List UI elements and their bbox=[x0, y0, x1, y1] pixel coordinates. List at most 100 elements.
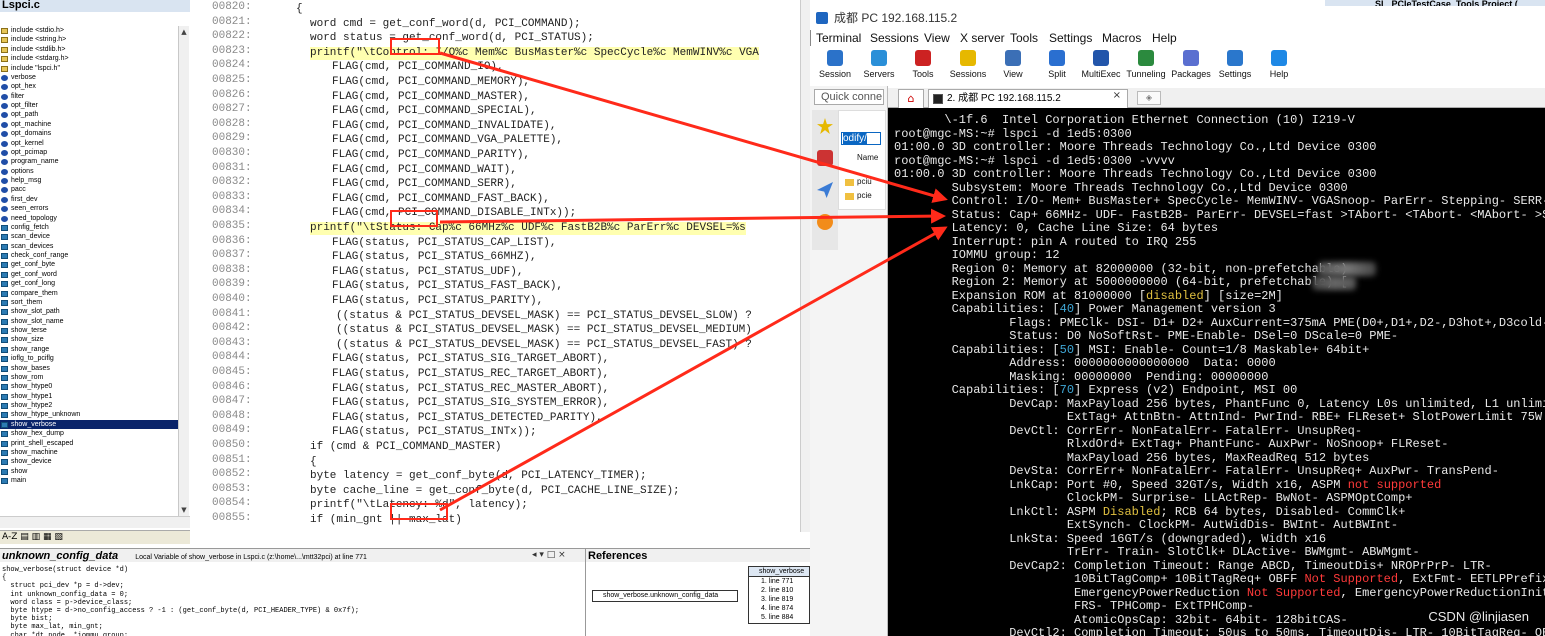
code-line[interactable]: FLAG(status, PCI_STATUS_UDF), bbox=[332, 266, 523, 279]
symbol-item[interactable]: get_conf_word bbox=[0, 270, 178, 279]
code-editor-scrollbar[interactable] bbox=[800, 0, 810, 532]
relation-node[interactable]: show_verbose.unknown_config_data bbox=[592, 590, 738, 602]
symbol-item[interactable]: program_name bbox=[0, 157, 178, 166]
toolbar-button[interactable]: Help bbox=[1254, 46, 1304, 86]
file-item[interactable]: pcie bbox=[857, 191, 872, 200]
context-window-controls[interactable]: ◂ ▾ □ × bbox=[532, 550, 584, 562]
toolbar-button[interactable]: Tools bbox=[898, 46, 948, 86]
symbol-item[interactable]: show_htype0 bbox=[0, 382, 178, 391]
symbol-item[interactable]: opt_hex bbox=[0, 82, 178, 91]
reference-line[interactable]: 4. line 874 bbox=[749, 604, 809, 613]
symbol-item[interactable]: show_htype1 bbox=[0, 392, 178, 401]
code-line[interactable]: FLAG(status, PCI_STATUS_66MHZ), bbox=[332, 251, 537, 264]
symbol-item[interactable]: show_bases bbox=[0, 364, 178, 373]
symbol-item[interactable]: opt_domains bbox=[0, 129, 178, 138]
toolbar-button[interactable]: View bbox=[988, 46, 1038, 86]
reference-list-box[interactable]: show_verbose 1. line 771 2. line 810 3. li… bbox=[748, 566, 810, 624]
toolbar-button[interactable]: Servers bbox=[854, 46, 904, 86]
symbol-item[interactable]: print_shell_escaped bbox=[0, 439, 178, 448]
home-tab[interactable]: ⌂ bbox=[898, 89, 924, 108]
scroll-down-arrow-icon[interactable]: ▼ bbox=[180, 506, 188, 514]
file-column-header[interactable]: Name bbox=[857, 153, 878, 162]
symbol-item[interactable]: scan_devices bbox=[0, 242, 178, 251]
toolbar-button[interactable]: Packages bbox=[1166, 46, 1216, 86]
new-tab-button[interactable]: ◈ bbox=[1137, 91, 1161, 105]
code-line[interactable]: FLAG(cmd, PCI_COMMAND_IO), bbox=[332, 61, 504, 74]
code-line[interactable]: FLAG(cmd, PCI_COMMAND_FAST_BACK), bbox=[332, 193, 550, 206]
toolbar-button[interactable]: Tunneling bbox=[1121, 46, 1171, 86]
symbol-item[interactable]: show_machine bbox=[0, 448, 178, 457]
menu-item[interactable]: X server bbox=[960, 30, 1005, 46]
symbol-item[interactable]: verbose bbox=[0, 73, 178, 82]
symbol-window-toolbar[interactable]: A-Z ▤ ▥ ▦ ▧ bbox=[0, 530, 190, 544]
symbol-item[interactable]: seen_errors bbox=[0, 204, 178, 213]
code-line[interactable]: FLAG(cmd, PCI_COMMAND_MASTER), bbox=[332, 91, 530, 104]
toolbar-button[interactable]: Split bbox=[1032, 46, 1082, 86]
code-line[interactable]: FLAG(status, PCI_STATUS_REC_MASTER_ABORT… bbox=[332, 383, 609, 396]
scroll-up-arrow-icon[interactable]: ▲ bbox=[180, 28, 188, 36]
tools-icon[interactable] bbox=[817, 150, 833, 166]
reference-line[interactable]: 3. line 819 bbox=[749, 595, 809, 604]
symbol-item[interactable]: filter bbox=[0, 92, 178, 101]
code-line[interactable]: FLAG(status, PCI_STATUS_INTx)); bbox=[332, 426, 537, 439]
code-line[interactable]: FLAG(status, PCI_STATUS_SIG_SYSTEM_ERROR… bbox=[332, 397, 609, 410]
code-line[interactable]: { bbox=[296, 3, 303, 16]
symbol-item[interactable]: include "lspci.h" bbox=[0, 64, 178, 73]
code-line[interactable]: FLAG(cmd, PCI_COMMAND_SERR), bbox=[332, 178, 517, 191]
symbol-item[interactable]: show_device bbox=[0, 457, 178, 466]
symbol-item[interactable]: check_conf_range bbox=[0, 251, 178, 260]
code-line[interactable]: if (cmd & PCI_COMMAND_MASTER) bbox=[310, 441, 501, 454]
code-line[interactable]: FLAG(cmd, PCI_COMMAND_VGA_PALETTE), bbox=[332, 134, 563, 147]
symbol-item[interactable]: opt_machine bbox=[0, 120, 178, 129]
star-icon[interactable] bbox=[817, 118, 833, 134]
code-line[interactable]: FLAG(cmd, PCI_COMMAND_WAIT), bbox=[332, 164, 517, 177]
symbol-item[interactable]: include <string.h> bbox=[0, 35, 178, 44]
symbol-item[interactable]: get_conf_long bbox=[0, 279, 178, 288]
symbol-item[interactable]: show_size bbox=[0, 335, 178, 344]
menu-item[interactable]: View bbox=[924, 30, 950, 46]
toolbar-button[interactable]: MultiExec bbox=[1076, 46, 1126, 86]
code-line[interactable]: { bbox=[310, 456, 317, 469]
code-editor[interactable]: {word cmd = get_conf_word(d, PCI_COMMAND… bbox=[260, 0, 810, 532]
symbol-item[interactable]: get_conf_byte bbox=[0, 260, 178, 269]
symbol-item[interactable]: ioflg_to_pciflg bbox=[0, 354, 178, 363]
code-line[interactable]: FLAG(status, PCI_STATUS_REC_TARGET_ABORT… bbox=[332, 368, 609, 381]
symbol-item[interactable]: opt_kernel bbox=[0, 139, 178, 148]
symbol-window[interactable]: include <stdio.h> include <string.h> inclu… bbox=[0, 26, 178, 516]
code-line[interactable]: byte cache_line = get_conf_byte(d, PCI_C… bbox=[310, 485, 680, 498]
symbol-item[interactable]: pacc bbox=[0, 185, 178, 194]
toolbar-button[interactable]: Sessions bbox=[943, 46, 993, 86]
path-dropdown[interactable]: odify/ bbox=[841, 132, 881, 145]
menu-item[interactable]: Terminal bbox=[816, 30, 861, 46]
code-line[interactable]: FLAG(status, PCI_STATUS_PARITY), bbox=[332, 295, 543, 308]
symbol-window-scrollbar[interactable]: ▲ ▼ bbox=[178, 26, 189, 516]
code-line[interactable]: ((status & PCI_STATUS_DEVSEL_MASK) == PC… bbox=[336, 324, 752, 337]
code-line[interactable]: FLAG(status, PCI_STATUS_FAST_BACK), bbox=[332, 280, 563, 293]
symbol-item[interactable]: opt_path bbox=[0, 110, 178, 119]
symbol-item[interactable]: show_rom bbox=[0, 373, 178, 382]
symbol-item[interactable]: first_dev bbox=[0, 195, 178, 204]
symbol-item[interactable]: opt_pcimap bbox=[0, 148, 178, 157]
terminal[interactable]: \-1f.6 Intel Corporation Ethernet Connec… bbox=[888, 108, 1545, 636]
menu-item[interactable]: Help bbox=[1152, 30, 1177, 46]
symbol-item[interactable]: include <stdarg.h> bbox=[0, 54, 178, 63]
code-line[interactable]: FLAG(status, PCI_STATUS_DETECTED_PARITY)… bbox=[332, 412, 603, 425]
code-line[interactable]: printf("\tControl: I/O%c Mem%c BusMaster… bbox=[310, 46, 759, 60]
menu-item[interactable]: Tools bbox=[1010, 30, 1038, 46]
symbol-item[interactable]: config_fetch bbox=[0, 223, 178, 232]
send-icon[interactable] bbox=[817, 182, 833, 198]
symbol-item[interactable]: show_hex_dump bbox=[0, 429, 178, 438]
code-line[interactable]: ((status & PCI_STATUS_DEVSEL_MASK) == PC… bbox=[336, 339, 752, 352]
macro-icon[interactable] bbox=[817, 214, 833, 230]
symbol-item[interactable]: need_topology bbox=[0, 214, 178, 223]
symbol-item[interactable]: include <stdio.h> bbox=[0, 26, 178, 35]
symbol-item[interactable]: show_slot_name bbox=[0, 317, 178, 326]
symbol-item[interactable]: show_slot_path bbox=[0, 307, 178, 316]
reference-line[interactable]: 1. line 771 bbox=[749, 577, 809, 586]
menu-item[interactable]: Settings bbox=[1049, 30, 1092, 46]
file-item[interactable]: pciu bbox=[857, 177, 872, 186]
code-line[interactable]: byte latency = get_conf_byte(d, PCI_LATE… bbox=[310, 470, 647, 483]
symbol-item[interactable]: show_range bbox=[0, 345, 178, 354]
code-line[interactable]: FLAG(cmd, PCI_COMMAND_PARITY), bbox=[332, 149, 530, 162]
toolbar-button[interactable]: Session bbox=[810, 46, 860, 86]
